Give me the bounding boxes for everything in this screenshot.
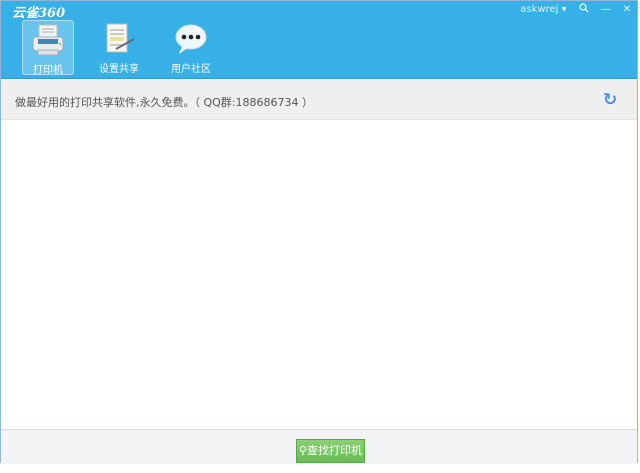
tab-label: 用户社区 <box>165 60 217 75</box>
refresh-icon[interactable]: ↻ <box>603 91 621 109</box>
close-button[interactable]: ✕ <box>623 4 631 15</box>
printer-icon <box>23 21 73 59</box>
chat-bubble-icon <box>165 20 217 58</box>
window-controls: askwrej ▾ — ✕ <box>520 3 631 16</box>
tab-community[interactable]: 用户社区 <box>165 20 217 75</box>
button-label: 查找打印机 <box>307 444 362 457</box>
tab-printer[interactable]: 打印机 <box>22 20 74 75</box>
footer-bar: ⚲查找打印机 <box>1 429 637 464</box>
tab-label: 设置共享 <box>93 60 145 75</box>
header-bar: 云雀360 askwrej ▾ — ✕ 打印机 设置共享 用户社区 <box>1 1 637 79</box>
tab-label: 打印机 <box>23 61 73 76</box>
printer-list-area <box>1 121 637 429</box>
find-printer-button[interactable]: ⚲查找打印机 <box>296 439 365 463</box>
chevron-down-icon: ▾ <box>562 4 567 15</box>
app-logo: 云雀360 <box>12 2 65 21</box>
app-window: 云雀360 askwrej ▾ — ✕ 打印机 设置共享 用户社区 做最好用的打… <box>0 0 638 463</box>
username: askwrej <box>520 4 558 15</box>
info-bar: 做最好用的打印共享软件,永久免费。（ QQ群:188686734 ） ↻ <box>1 80 637 120</box>
document-pen-icon <box>93 20 145 58</box>
search-icon: ⚲ <box>299 444 307 457</box>
user-menu[interactable]: askwrej ▾ <box>520 4 566 15</box>
slogan-text: 做最好用的打印共享软件,永久免费。（ QQ群:188686734 ） <box>15 94 313 110</box>
skin-icon[interactable] <box>579 3 589 16</box>
tab-share-settings[interactable]: 设置共享 <box>93 20 145 75</box>
minimize-button[interactable]: — <box>601 4 611 15</box>
